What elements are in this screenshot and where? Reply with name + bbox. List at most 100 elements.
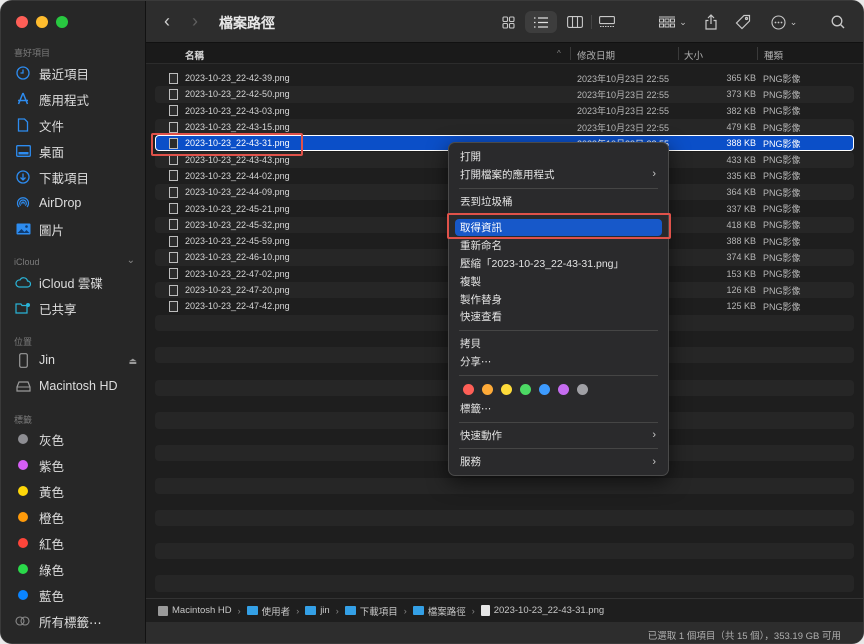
file-date: 2023年10月23日 22:55 [577, 106, 670, 117]
sidebar-item-macintosh-hd[interactable]: Macintosh HD [15, 375, 140, 397]
zoom-button[interactable] [56, 16, 68, 28]
column-name[interactable]: 名稱 [185, 48, 204, 62]
file-name: 2023-10-23_22-46-10.png [185, 252, 290, 263]
tag-color-dot[interactable] [463, 383, 474, 395]
png-thumbnail-icon [169, 284, 178, 296]
group-by-button[interactable]: ⌄ [657, 11, 689, 33]
share-button[interactable] [702, 11, 720, 33]
hard-drive-icon [15, 378, 31, 394]
path-crumb-folder[interactable]: 檔案路徑 [412, 604, 466, 618]
tag-color-dot[interactable] [520, 383, 531, 395]
ellipsis-circle-icon [771, 14, 786, 30]
menu-item[interactable]: 快速動作 › [455, 427, 662, 444]
file-name: 2023-10-23_22-47-42.png [185, 301, 290, 312]
tag-color-dot[interactable] [577, 383, 588, 395]
png-thumbnail-icon [169, 121, 178, 133]
path-crumb-users[interactable]: 使用者 [246, 604, 290, 618]
menu-item[interactable]: 分享⋯ [455, 353, 662, 370]
chevron-right-icon: › [652, 455, 656, 468]
eject-icon[interactable]: ⏏ [128, 356, 137, 367]
sidebar-item-recents[interactable]: 最近項目 [15, 62, 140, 84]
sort-ascending-icon[interactable]: ^ [557, 49, 561, 58]
column-date[interactable]: 修改日期 [577, 48, 615, 62]
file-name: 2023-10-23_22-43-31.png [185, 138, 290, 149]
sidebar-tag-red[interactable]: 紅色 [15, 532, 140, 554]
tag-color-dot[interactable] [558, 383, 569, 395]
clock-icon [15, 65, 31, 81]
sidebar-item-airdrop[interactable]: AirDrop [15, 192, 140, 214]
tag-color-dot[interactable] [539, 383, 550, 395]
file-size: 374 KB [726, 252, 756, 263]
sidebar-tag-gray[interactable]: 灰色 [15, 428, 140, 450]
file-date: 2023年10月23日 22:55 [577, 89, 670, 100]
file-row[interactable]: 2023-10-23_22-42-39.png 2023年10月23日 22:55… [155, 70, 854, 86]
path-crumb-downloads[interactable]: 下載項目 [344, 604, 398, 618]
more-actions-button[interactable]: ⌄ [768, 11, 800, 33]
menu-item[interactable]: 丟到垃圾桶 [455, 193, 662, 210]
column-header: 名稱 ^ 修改日期 大小 種類 [146, 43, 863, 64]
tag-color-dot[interactable] [501, 383, 512, 395]
sidebar-item-documents[interactable]: 文件 [15, 114, 140, 136]
menu-item[interactable]: 複製 [455, 273, 662, 290]
path-crumb-macintosh-hd[interactable]: Macintosh HD [158, 605, 232, 616]
menu-item[interactable]: 打開檔案的應用程式 › [455, 166, 662, 183]
menu-item[interactable]: 拷貝 [455, 335, 662, 352]
file-row[interactable]: 2023-10-23_22-42-50.png 2023年10月23日 22:55… [155, 86, 854, 103]
tag-button[interactable] [733, 11, 753, 33]
tag-dot-icon [18, 486, 28, 496]
menu-item[interactable]: 打開 [455, 148, 662, 165]
sidebar-section-icloud: iCloud [14, 257, 40, 267]
path-crumb-file[interactable]: 2023-10-23_22-43-31.png [480, 605, 604, 616]
sidebar-all-tags[interactable]: 所有標籤⋯ [15, 610, 140, 632]
close-button[interactable] [16, 16, 28, 28]
menu-item[interactable]: 服務 › [455, 453, 662, 470]
column-kind[interactable]: 種類 [764, 48, 783, 62]
path-crumb-jin[interactable]: jin [305, 605, 330, 616]
sidebar-item-label: 圖片 [39, 223, 65, 238]
menu-item[interactable]: 快速查看 [455, 308, 662, 325]
sidebar-tag-green[interactable]: 綠色 [15, 558, 140, 580]
menu-item[interactable]: 壓縮「2023-10-23_22-43-31.png」 [455, 255, 662, 272]
file-row[interactable]: 2023-10-23_22-43-03.png 2023年10月23日 22:55… [155, 103, 854, 119]
sidebar-item-applications[interactable]: 應用程式 [15, 88, 140, 110]
sidebar-tag-yellow[interactable]: 黃色 [15, 480, 140, 502]
chevron-down-icon[interactable]: ⌄ [127, 255, 135, 266]
file-size: 337 KB [726, 203, 756, 214]
file-kind: PNG影像 [763, 122, 801, 133]
back-button[interactable]: ‹ [164, 11, 170, 31]
tag-dot-icon [18, 538, 28, 548]
file-row[interactable]: 2023-10-23_22-43-15.png 2023年10月23日 22:55… [155, 118, 854, 136]
menu-item[interactable]: 標籤⋯ [455, 400, 662, 417]
menu-item[interactable]: 重新命名 [455, 237, 662, 254]
sidebar-tag-blue[interactable]: 藍色 [15, 584, 140, 606]
forward-button[interactable]: › [192, 11, 198, 31]
icon-view-button[interactable] [499, 11, 517, 33]
minimize-button[interactable] [36, 16, 48, 28]
tag-color-dot[interactable] [482, 383, 493, 395]
file-kind: PNG影像 [763, 155, 801, 166]
column-view-button[interactable] [565, 11, 585, 33]
menu-item[interactable]: 製作替身 [455, 291, 662, 308]
sidebar-item-icloud-drive[interactable]: iCloud 雲碟 [15, 271, 140, 293]
sidebar-item-jin[interactable]: Jin [15, 349, 140, 371]
file-kind: PNG影像 [763, 89, 801, 100]
sidebar-tag-purple[interactable]: 紫色 [15, 454, 140, 476]
chevron-right-icon: › [296, 605, 300, 616]
menu-item-label: 快速查看 [460, 311, 502, 324]
sidebar-item-desktop[interactable]: 桌面 [15, 140, 140, 162]
column-size[interactable]: 大小 [684, 48, 703, 62]
applications-icon [15, 91, 31, 107]
sidebar-tag-orange[interactable]: 橙色 [15, 506, 140, 528]
menu-separator [459, 187, 658, 189]
list-view-button[interactable] [525, 11, 557, 33]
grid-icon [501, 15, 515, 29]
file-kind: PNG影像 [763, 285, 801, 296]
gallery-view-button[interactable] [597, 11, 617, 33]
sidebar-item-downloads[interactable]: 下載項目 [15, 166, 140, 188]
sidebar-item-shared[interactable]: 已共享 [15, 297, 140, 319]
menu-item[interactable]: 取得資訊 [455, 219, 662, 237]
sidebar-item-pictures[interactable]: 圖片 [15, 218, 140, 240]
search-button[interactable] [829, 11, 847, 33]
png-thumbnail-icon [169, 300, 178, 312]
crumb-label: 檔案路徑 [427, 606, 466, 618]
